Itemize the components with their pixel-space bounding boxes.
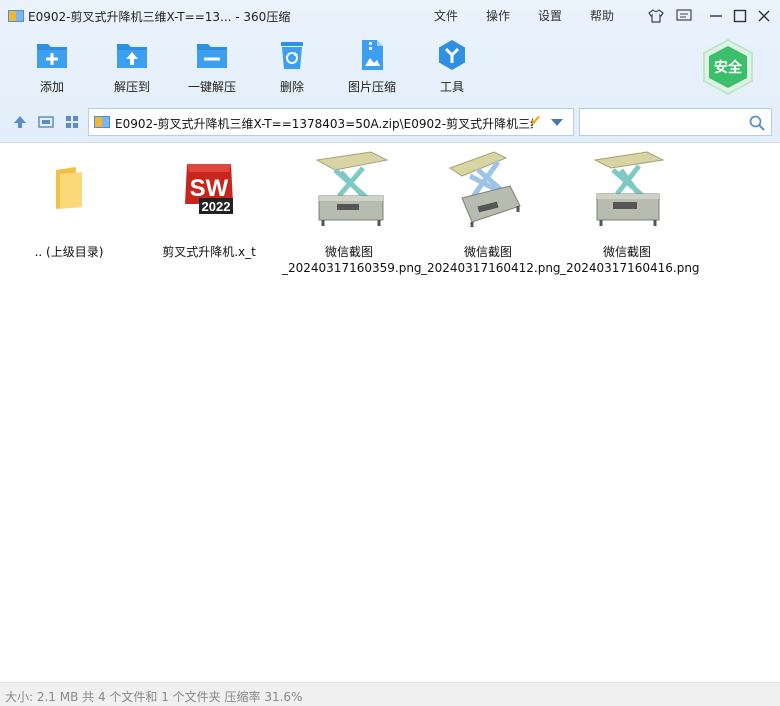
archive-path-icon — [94, 116, 110, 128]
up-arrow-icon[interactable] — [12, 114, 28, 130]
add-folder-icon — [37, 44, 67, 68]
file-item-screenshot-2[interactable]: 微信截图 _20240317160412.png — [421, 148, 561, 276]
minimize-icon[interactable] — [706, 6, 726, 26]
delete-label: 删除 — [279, 80, 304, 94]
image-thumbnail — [448, 148, 528, 228]
one-click-folder-icon — [197, 44, 227, 68]
image-compress-button[interactable]: 图片压缩 — [337, 38, 407, 98]
menu-help[interactable]: 帮助 — [590, 7, 614, 24]
title-bar: E0902-剪叉式升降机三维X-T==13... - 360压缩 文件 操作 设… — [0, 0, 780, 32]
folder-icon — [29, 148, 109, 228]
address-path: E0902-剪叉式升降机三维X-T==1378403=50A.zip\E0902… — [115, 117, 533, 131]
delete-button[interactable]: 删除 — [257, 38, 327, 98]
file-item-screenshot-3[interactable]: 微信截图 _20240317160416.png — [560, 148, 700, 276]
svg-text:2022: 2022 — [202, 199, 231, 214]
tools-hexagon-icon — [439, 40, 465, 70]
top-panel: E0902-剪叉式升降机三维X-T==13... - 360压缩 文件 操作 设… — [0, 0, 780, 143]
search-box[interactable] — [579, 108, 772, 136]
search-icon[interactable] — [749, 115, 765, 131]
extract-folder-icon — [117, 44, 147, 68]
file-item-x-t[interactable]: SW 2022 剪叉式升降机.x_t — [142, 148, 276, 260]
navigation-bar: E0902-剪叉式升降机三维X-T==1378403=50A.zip\E0902… — [0, 104, 780, 140]
file-name-line1: 微信截图 — [463, 245, 512, 259]
menu-file[interactable]: 文件 — [434, 7, 458, 24]
tools-label: 工具 — [439, 80, 464, 94]
file-name-line2: _20240317160359.png — [282, 261, 422, 275]
address-bar[interactable]: E0902-剪叉式升降机三维X-T==1378403=50A.zip\E0902… — [88, 108, 574, 136]
file-name-line2: _20240317160416.png — [560, 261, 700, 275]
file-name-line1: 剪叉式升降机.x_t — [162, 245, 256, 259]
solidworks-icon: SW 2022 — [169, 148, 249, 228]
image-compress-label: 图片压缩 — [347, 80, 396, 94]
file-item-parent-directory[interactable]: .. (上级目录) — [2, 148, 136, 260]
file-name-line1: 微信截图 — [324, 245, 373, 259]
one-click-extract-label: 一键解压 — [187, 80, 236, 94]
security-badge-text: 安全 — [714, 60, 742, 76]
close-icon[interactable] — [754, 6, 774, 26]
one-click-extract-button[interactable]: 一键解压 — [177, 38, 247, 98]
thumbnail-view-icon[interactable] — [64, 114, 80, 130]
tools-button[interactable]: 工具 — [417, 38, 487, 98]
file-name-line1: .. (上级目录) — [34, 245, 104, 259]
file-name-line2: _20240317160412.png — [421, 261, 561, 275]
svg-text:SW: SW — [190, 175, 229, 202]
extract-to-button[interactable]: 解压到 — [97, 38, 167, 98]
image-compress-icon — [362, 40, 383, 70]
file-name-line1: 微信截图 — [602, 245, 651, 259]
add-button-label: 添加 — [39, 80, 64, 94]
check-mark-icon: ✔ — [530, 113, 542, 129]
file-item-screenshot-1[interactable]: 微信截图 _20240317160359.png — [282, 148, 422, 276]
add-button[interactable]: 添加 — [17, 38, 87, 98]
status-bar: 大小: 2.1 MB 共 4 个文件和 1 个文件夹 压缩率 31.6% — [0, 682, 780, 706]
archive-app-icon — [8, 10, 24, 22]
image-thumbnail — [587, 148, 667, 228]
menu-settings[interactable]: 设置 — [538, 7, 562, 24]
feedback-icon[interactable] — [674, 6, 694, 26]
extract-to-label: 解压到 — [113, 80, 150, 94]
window-title: E0902-剪叉式升降机三维X-T==13... - 360压缩 — [28, 10, 291, 24]
recycle-bin-icon — [281, 42, 303, 69]
detail-view-icon[interactable] — [38, 114, 54, 130]
address-dropdown-icon[interactable] — [551, 119, 563, 126]
menu-operate[interactable]: 操作 — [486, 7, 510, 24]
maximize-icon[interactable] — [730, 6, 750, 26]
status-text: 大小: 2.1 MB 共 4 个文件和 1 个文件夹 压缩率 31.6% — [5, 690, 303, 704]
image-thumbnail — [309, 148, 389, 228]
skin-shirt-icon[interactable] — [646, 6, 666, 26]
